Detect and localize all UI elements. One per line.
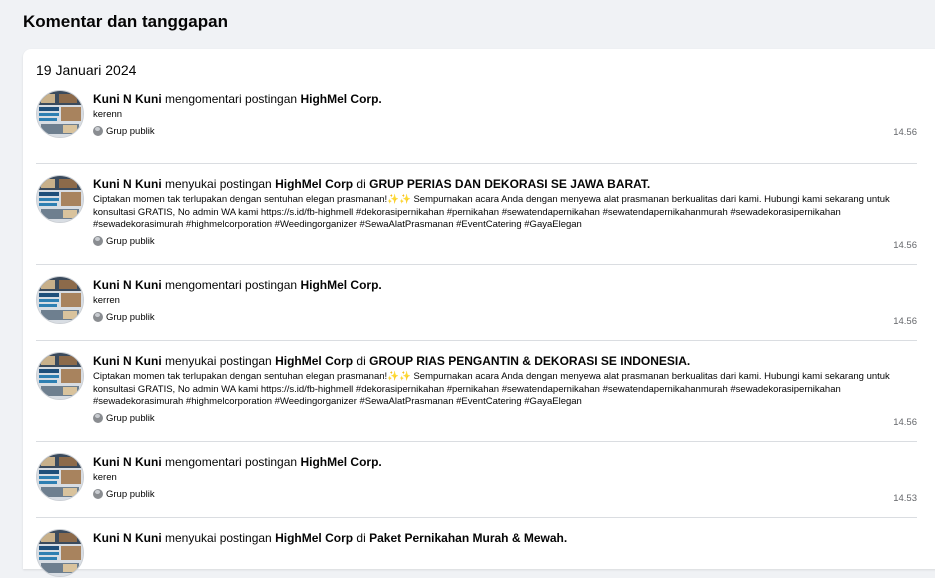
activity-item[interactable]: Kuni N Kuni mengomentari postingan HighM… [36,87,917,164]
connector-text: di [356,354,366,368]
post-author-link[interactable]: HighMel Corp. [300,278,381,292]
post-thumbnail[interactable] [36,529,84,577]
group-link[interactable]: Paket Pernikahan Murah & Mewah. [369,531,567,545]
globe-icon [93,413,103,423]
activity-verb: menyukai postingan [165,531,272,545]
post-thumbnail[interactable] [36,90,84,138]
activity-item[interactable]: Kuni N Kuni mengomentari postingan HighM… [36,265,917,341]
post-thumbnail[interactable] [36,453,84,501]
post-author-link[interactable]: HighMel Corp [275,354,353,368]
privacy-label: Grup publik [106,235,155,247]
activity-headline: Kuni N Kuni menyukai postingan HighMel C… [93,177,917,192]
globe-icon [93,126,103,136]
activity-text: Ciptakan momen tak terlupakan dengan sen… [93,194,890,230]
privacy-row: Grup publik [93,413,917,424]
activity-item[interactable]: Kuni N Kuni mengomentari postingan HighM… [36,442,917,518]
timestamp[interactable]: 14.56 [893,417,917,428]
activity-headline: Kuni N Kuni mengomentari postingan HighM… [93,455,917,470]
globe-icon [93,236,103,246]
actor-link[interactable]: Kuni N Kuni [93,278,162,292]
activity-item[interactable]: Kuni N Kuni menyukai postingan HighMel C… [36,518,917,578]
activity-content: Kuni N Kuni mengomentari postingan HighM… [93,278,917,323]
connector-text: di [356,177,366,191]
activity-headline: Kuni N Kuni mengomentari postingan HighM… [93,278,917,293]
activity-item[interactable]: Kuni N Kuni menyukai postingan HighMel C… [36,164,917,265]
activity-content: Kuni N Kuni mengomentari postingan HighM… [93,455,917,500]
activity-headline: Kuni N Kuni mengomentari postingan HighM… [93,92,917,107]
timestamp[interactable]: 14.56 [893,316,917,327]
activity-text: kerenn [93,109,123,120]
post-thumbnail[interactable] [36,175,84,223]
activity-content: Kuni N Kuni menyukai postingan HighMel C… [93,354,917,424]
activity-content: Kuni N Kuni mengomentari postingan HighM… [93,92,917,137]
activity-verb: mengomentari postingan [165,455,298,469]
actor-link[interactable]: Kuni N Kuni [93,354,162,368]
privacy-label: Grup publik [106,311,155,323]
activity-item[interactable]: Kuni N Kuni menyukai postingan HighMel C… [36,341,917,442]
activity-verb: menyukai postingan [165,177,272,191]
activity-content: Kuni N Kuni menyukai postingan HighMel C… [93,177,917,247]
post-author-link[interactable]: HighMel Corp. [300,455,381,469]
actor-link[interactable]: Kuni N Kuni [93,455,162,469]
privacy-row: Grup publik [93,126,917,137]
post-author-link[interactable]: HighMel Corp [275,531,353,545]
activity-verb: mengomentari postingan [165,278,298,292]
privacy-row: Grup publik [93,489,917,500]
activity-text: kerren [93,295,120,306]
actor-link[interactable]: Kuni N Kuni [93,92,162,106]
activity-list: Kuni N Kuni mengomentari postingan HighM… [36,87,917,578]
post-author-link[interactable]: HighMel Corp [275,177,353,191]
date-header: 19 Januari 2024 [36,62,137,78]
privacy-row: Grup publik [93,312,917,323]
timestamp[interactable]: 14.53 [893,493,917,504]
actor-link[interactable]: Kuni N Kuni [93,531,162,545]
privacy-label: Grup publik [106,125,155,137]
activity-headline: Kuni N Kuni menyukai postingan HighMel C… [93,354,917,369]
globe-icon [93,312,103,322]
activity-text: Ciptakan momen tak terlupakan dengan sen… [93,371,890,407]
group-link[interactable]: GRUP PERIAS DAN DEKORASI SE JAWA BARAT. [369,177,650,191]
timestamp[interactable]: 14.56 [893,127,917,138]
globe-icon [93,489,103,499]
activity-verb: menyukai postingan [165,354,272,368]
timestamp[interactable]: 14.56 [893,240,917,251]
post-thumbnail[interactable] [36,352,84,400]
post-author-link[interactable]: HighMel Corp. [300,92,381,106]
privacy-label: Grup publik [106,488,155,500]
activity-verb: mengomentari postingan [165,92,298,106]
group-link[interactable]: GROUP RIAS PENGANTIN & DEKORASI SE INDON… [369,354,690,368]
connector-text: di [356,531,366,545]
privacy-row: Grup publik [93,236,917,247]
activity-text: keren [93,472,117,483]
privacy-label: Grup publik [106,412,155,424]
activity-content: Kuni N Kuni menyukai postingan HighMel C… [93,531,917,546]
post-thumbnail[interactable] [36,276,84,324]
activity-card: 19 Januari 2024 Kuni N Kuni mengomentari… [23,49,935,577]
actor-link[interactable]: Kuni N Kuni [93,177,162,191]
page-title: Komentar dan tanggapan [23,12,228,31]
activity-headline: Kuni N Kuni menyukai postingan HighMel C… [93,531,917,546]
